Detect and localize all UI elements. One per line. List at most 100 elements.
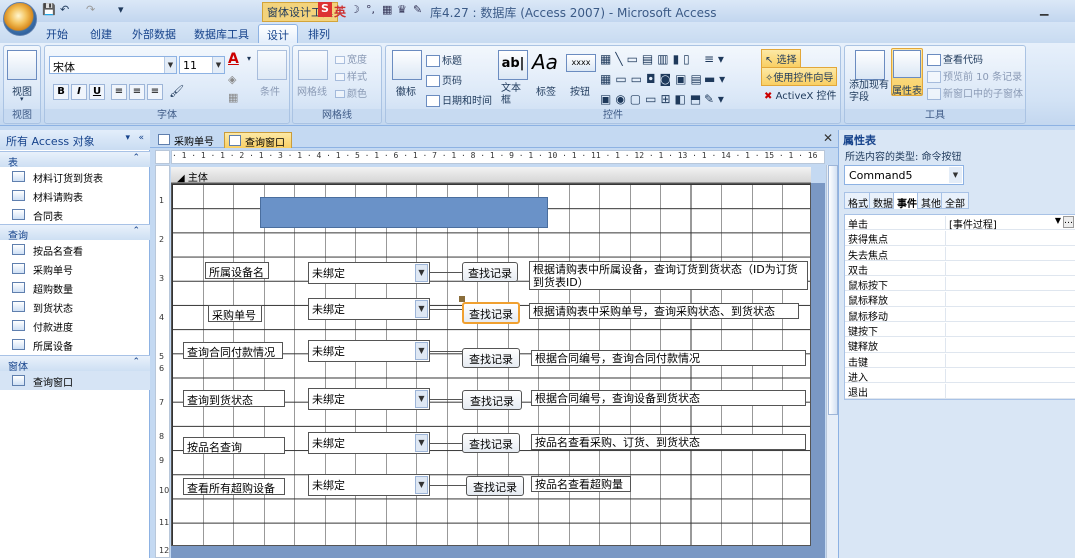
ime-skin-icon[interactable]: ♛	[397, 3, 407, 16]
label-button[interactable]: 标签	[536, 83, 556, 98]
nav-item-query[interactable]: 超购数量	[0, 278, 150, 297]
save-icon[interactable]: 💾	[42, 3, 56, 19]
align-left-button[interactable]: ≡	[111, 84, 127, 100]
property-row[interactable]: 失去焦点	[845, 246, 1075, 262]
dropdown-icon[interactable]: ▼	[415, 300, 428, 318]
nav-section-queries[interactable]: 查询 ⌃	[0, 224, 150, 242]
select-button[interactable]: ↖ 选择	[761, 49, 801, 68]
font-color-dropdown-icon[interactable]: ▾	[247, 54, 251, 63]
dropdown-icon[interactable]: ▼	[415, 342, 428, 360]
tab-database-tools[interactable]: 数据库工具	[186, 24, 257, 43]
property-row[interactable]: 键释放	[845, 337, 1075, 353]
property-sheet-button[interactable]: 属性表	[892, 82, 922, 97]
controls-more-icons[interactable]: ≡ ▾	[704, 52, 724, 66]
description-label[interactable]: 根据请购表中所属设备，查询订货到货状态（ID为订货到货表ID）	[529, 261, 808, 290]
detail-section-bar[interactable]: ◢ 主体	[171, 167, 811, 184]
textbox-button[interactable]: 文本框	[501, 83, 525, 107]
title-button[interactable]: 标题	[426, 52, 462, 67]
tab-external-data[interactable]: 外部数据	[124, 24, 184, 43]
view-code-button[interactable]: 查看代码	[927, 51, 983, 66]
nav-item-table[interactable]: 合同表	[0, 205, 150, 224]
minimize-icon[interactable]: ▁	[1040, 3, 1048, 16]
italic-button[interactable]: I	[71, 84, 87, 100]
form-selector[interactable]	[155, 150, 170, 164]
ime-tools-icon[interactable]: ✎	[413, 3, 422, 16]
line-color-icon[interactable]: ✎ ▾	[704, 92, 724, 106]
label-delivery-status[interactable]: 查询到货状态	[183, 390, 285, 407]
controls-row2-icons[interactable]: ▦▭▭◘◙▣▤	[600, 72, 706, 86]
button-control-button[interactable]: 按钮	[570, 83, 590, 98]
font-name-dropdown-icon[interactable]: ▼	[164, 57, 176, 73]
nav-section-forms[interactable]: 窗体 ⌃	[0, 355, 150, 373]
property-sheet-highlight[interactable]: 属性表	[891, 48, 923, 97]
label-by-name[interactable]: 按品名查询	[183, 437, 285, 454]
gridlines-button[interactable]: 网格线	[297, 83, 327, 98]
ime-keyboard-icon[interactable]: ▦	[382, 3, 392, 16]
combo-contract-payment[interactable]: 未绑定 ▼	[308, 340, 430, 362]
dropdown-icon[interactable]: ▼	[415, 476, 428, 494]
property-row[interactable]: 进入	[845, 368, 1075, 384]
nav-item-query[interactable]: 到货状态	[0, 297, 150, 316]
find-record-button[interactable]: 查找记录	[462, 390, 522, 410]
combo-equipment[interactable]: 未绑定 ▼	[308, 262, 430, 284]
font-size-combo[interactable]: 11 ▼	[179, 56, 225, 74]
property-value[interactable]	[945, 246, 1075, 261]
find-record-button[interactable]: 查找记录	[462, 348, 520, 368]
property-row[interactable]: 退出	[845, 383, 1075, 399]
subform-window-button[interactable]: 新窗口中的子窗体	[927, 85, 1023, 100]
tab-design[interactable]: 设计	[258, 24, 298, 43]
add-fields-button[interactable]: 添加现有字段	[849, 80, 889, 104]
view-dropdown-icon[interactable]: ▾	[20, 95, 24, 103]
object-selector[interactable]: Command5 ▼	[844, 165, 964, 185]
bold-button[interactable]: B	[53, 84, 69, 100]
object-dropdown-icon[interactable]: ▼	[949, 167, 962, 183]
label-equipment[interactable]: 所属设备名	[205, 262, 269, 279]
property-value[interactable]	[945, 292, 1075, 307]
line-thickness-icon[interactable]: ▬ ▾	[704, 72, 725, 86]
office-button[interactable]	[3, 2, 37, 36]
format-painter-icon[interactable]: 🖌	[169, 84, 184, 98]
ime-logo-icon[interactable]: S	[318, 2, 332, 17]
property-value[interactable]	[945, 353, 1075, 368]
combo-over-purchase[interactable]: 未绑定 ▼	[308, 474, 430, 496]
collapse-icon[interactable]: ⌃	[132, 226, 140, 236]
gridline-format-icon[interactable]: ▦	[228, 91, 238, 104]
nav-item-query[interactable]: 付款进度	[0, 316, 150, 335]
property-row[interactable]: 鼠标按下	[845, 276, 1075, 292]
tab-arrange[interactable]: 排列	[300, 24, 338, 43]
nav-header[interactable]: 所有 Access 对象 ▾ «	[0, 130, 150, 150]
description-label[interactable]: 按品名查看采购、订货、到货状态	[531, 434, 806, 450]
preview-10-button[interactable]: 预览前 10 条记录	[927, 68, 1022, 83]
conditional-format-button[interactable]: 条件	[260, 83, 280, 98]
property-value[interactable]	[945, 261, 1075, 276]
doc-tab-query[interactable]: 采购单号	[154, 132, 220, 148]
prop-tab-format[interactable]: 格式	[844, 192, 872, 210]
description-label[interactable]: 按品名查看超购量	[531, 476, 631, 492]
dropdown-icon[interactable]: ▼	[415, 390, 428, 408]
logo-button[interactable]: 徽标	[396, 83, 416, 98]
property-value[interactable]	[945, 384, 1075, 399]
collapse-icon[interactable]: ⌃	[132, 357, 140, 367]
scroll-thumb[interactable]	[828, 165, 838, 415]
gridline-width-button[interactable]: 宽度	[335, 51, 367, 66]
property-row[interactable]: 击键	[845, 353, 1075, 369]
property-value[interactable]	[945, 231, 1075, 246]
property-dropdown-icon[interactable]: ▼	[1055, 216, 1061, 225]
header-rectangle[interactable]	[260, 197, 548, 228]
controls-row3-icons[interactable]: ▣◉▢▭⊞◧⬒	[600, 92, 705, 106]
gridline-color-button[interactable]: 颜色	[335, 85, 367, 100]
undo-icon[interactable]: ↶	[60, 3, 69, 19]
collapse-icon[interactable]: ⌃	[132, 153, 140, 163]
font-size-dropdown-icon[interactable]: ▼	[212, 57, 224, 73]
description-label[interactable]: 根据合同编号，查询合同付款情况	[531, 350, 806, 366]
doc-tab-form[interactable]: 查询窗口	[224, 132, 292, 149]
find-record-button[interactable]: 查找记录	[466, 476, 524, 496]
font-color-button[interactable]: A	[228, 51, 239, 67]
nav-collapse-icon[interactable]: «	[138, 133, 144, 143]
property-row[interactable]: 键按下	[845, 322, 1075, 338]
combo-order-no[interactable]: 未绑定 ▼	[308, 298, 430, 320]
label-contract-payment[interactable]: 查询合同付款情况	[183, 342, 283, 359]
qat-customize-icon[interactable]: ▾	[118, 3, 124, 19]
label-order-no[interactable]: 采购单号	[208, 305, 262, 322]
property-value[interactable]: [事件过程] ▼…	[945, 216, 1075, 231]
